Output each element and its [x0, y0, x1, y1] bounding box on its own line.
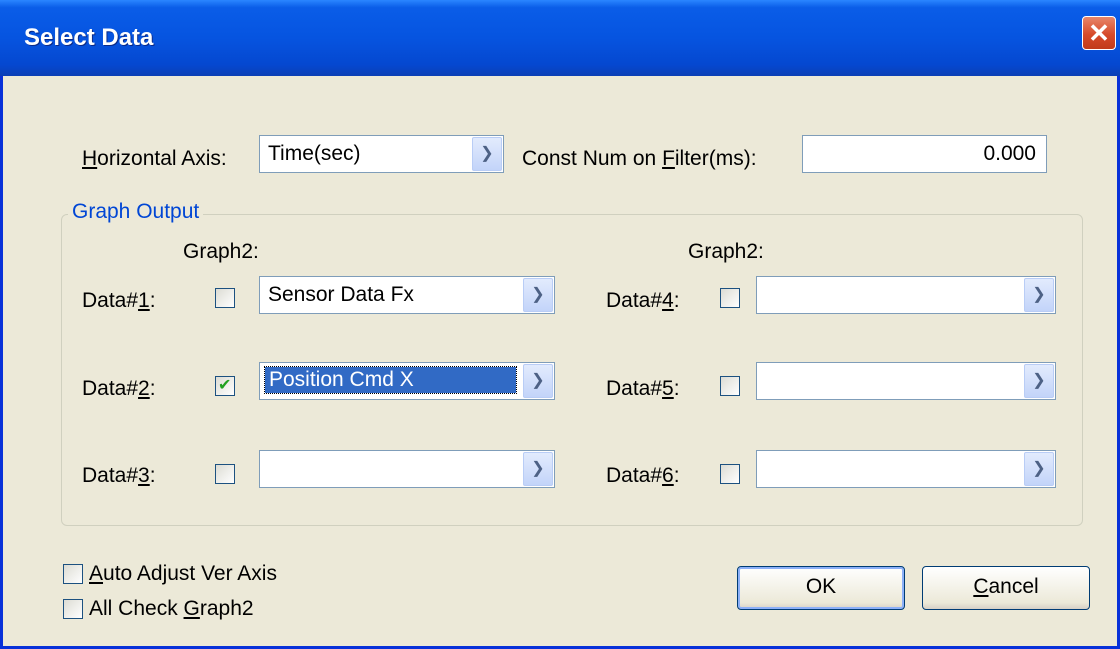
- close-icon: ✕: [1088, 18, 1110, 48]
- chevron-down-icon[interactable]: ❯: [472, 137, 502, 171]
- chevron-down-icon[interactable]: ❯: [1024, 364, 1054, 398]
- window-title: Select Data: [24, 24, 154, 51]
- data2-label: Data#2:: [82, 377, 156, 400]
- all-check-graph2-label[interactable]: All Check Graph2: [89, 597, 254, 621]
- cancel-button[interactable]: Cancel: [922, 566, 1090, 610]
- ok-button[interactable]: OK: [737, 566, 905, 610]
- data4-label: Data#4:: [606, 289, 680, 312]
- data3-label: Data#3:: [82, 464, 156, 487]
- data1-graph2-checkbox[interactable]: [215, 288, 235, 308]
- auto-adjust-checkbox[interactable]: [63, 564, 83, 584]
- filter-value: 0.000: [983, 142, 1036, 165]
- horizontal-axis-select[interactable]: Time(sec) ❯: [259, 135, 504, 173]
- filter-input[interactable]: 0.000: [802, 135, 1047, 173]
- horizontal-axis-label: Horizontal Axis:: [82, 147, 227, 170]
- chevron-down-icon[interactable]: ❯: [523, 278, 553, 312]
- data6-label: Data#6:: [606, 464, 680, 487]
- graph-output-title: Graph Output: [68, 200, 204, 224]
- graph2-header-right: Graph2:: [688, 240, 764, 263]
- data4-select[interactable]: ❯: [756, 276, 1056, 314]
- graph2-header-left: Graph2:: [183, 240, 259, 263]
- data2-select[interactable]: Position Cmd X ❯: [259, 362, 555, 400]
- chevron-down-icon[interactable]: ❯: [1024, 278, 1054, 312]
- data6-graph2-checkbox[interactable]: [720, 464, 740, 484]
- data2-graph2-checkbox[interactable]: [215, 375, 235, 396]
- filter-label: Const Num on Filter(ms):: [522, 147, 757, 170]
- data2-value: Position Cmd X: [264, 366, 517, 394]
- chevron-down-icon[interactable]: ❯: [523, 452, 553, 486]
- chevron-down-icon[interactable]: ❯: [523, 364, 553, 398]
- chevron-down-icon[interactable]: ❯: [1024, 452, 1054, 486]
- data6-select[interactable]: ❯: [756, 450, 1056, 488]
- horizontal-axis-value: Time(sec): [268, 142, 361, 165]
- data5-select[interactable]: ❯: [756, 362, 1056, 400]
- all-check-graph2-checkbox[interactable]: [63, 599, 83, 619]
- data5-label: Data#5:: [606, 377, 680, 400]
- data3-graph2-checkbox[interactable]: [215, 464, 235, 484]
- auto-adjust-label[interactable]: Auto Adjust Ver Axis: [89, 562, 277, 586]
- data4-graph2-checkbox[interactable]: [720, 288, 740, 308]
- close-button[interactable]: ✕: [1082, 16, 1116, 50]
- data3-select[interactable]: ❯: [259, 450, 555, 488]
- data1-label: Data#1:: [82, 289, 156, 312]
- data1-value: Sensor Data Fx: [268, 283, 414, 306]
- data5-graph2-checkbox[interactable]: [720, 376, 740, 396]
- title-bar[interactable]: Select Data ✕: [0, 0, 1120, 76]
- data1-select[interactable]: Sensor Data Fx ❯: [259, 276, 555, 314]
